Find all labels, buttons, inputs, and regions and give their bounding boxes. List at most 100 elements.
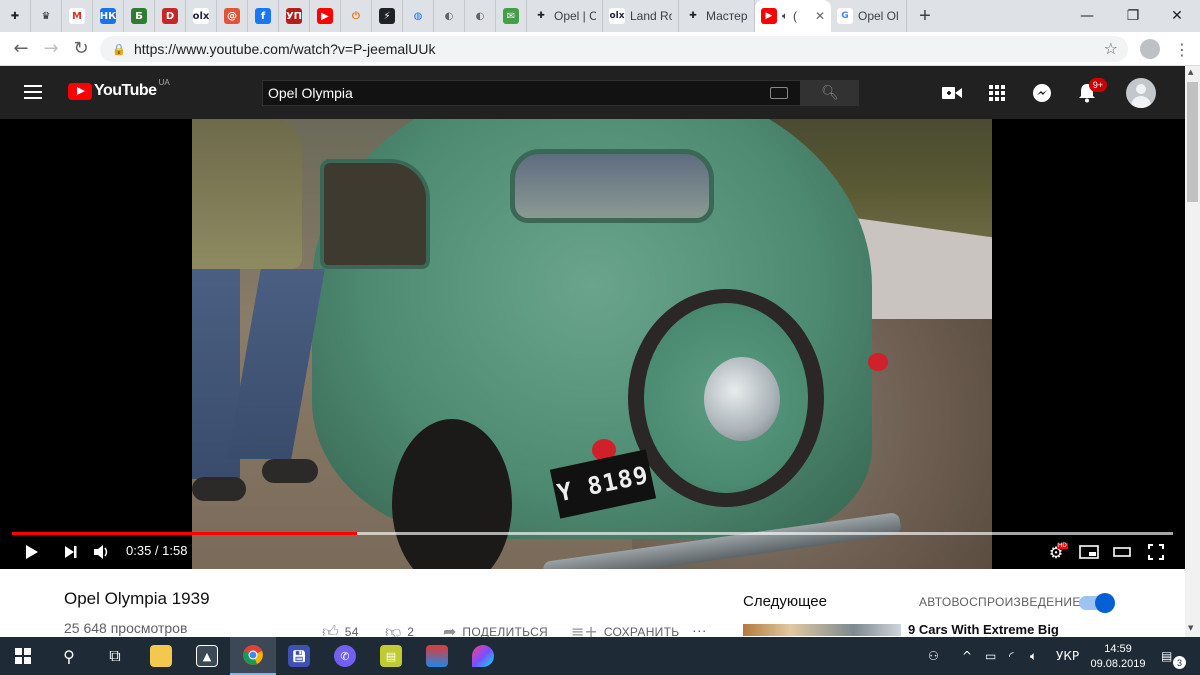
- show-hidden-icons-icon[interactable]: ^: [962, 637, 972, 675]
- messages-icon[interactable]: [1031, 82, 1053, 104]
- address-bar[interactable]: 🔒 https://www.youtube.com/watch?v=P-jeem…: [100, 36, 1128, 62]
- chrome-menu-icon[interactable]: ⋮: [1172, 36, 1192, 62]
- pinned-tab[interactable]: ◐: [465, 0, 496, 32]
- next-video-thumbnail[interactable]: [743, 624, 901, 636]
- nk-icon: НК: [100, 8, 116, 24]
- fullscreen-button[interactable]: [1145, 540, 1167, 564]
- youtube-masthead: YouTube UA Opel Olympia 🔍︎: [0, 66, 1185, 119]
- bolt-icon: ⚡: [379, 8, 395, 24]
- close-tab-icon[interactable]: ✕: [815, 9, 825, 23]
- browser-tab[interactable]: ✚ Мастер: [679, 0, 755, 32]
- olx-icon: olx: [609, 8, 625, 24]
- next-video-button[interactable]: [61, 540, 81, 564]
- account-avatar[interactable]: [1126, 78, 1156, 108]
- video-player[interactable]: Y 8189 0:35 / 1:58 ⚙ HD: [0, 119, 1185, 569]
- battery-icon[interactable]: ▭: [985, 637, 996, 675]
- google-icon: G: [837, 8, 853, 24]
- speaker-icon[interactable]: 🔈︎: [1030, 637, 1037, 675]
- taskbar-paint[interactable]: [460, 637, 506, 675]
- chrome-icon: [243, 645, 263, 665]
- taskbar-search-button[interactable]: ⚲: [46, 637, 92, 675]
- profile-avatar[interactable]: [1140, 39, 1160, 59]
- pinned-tab[interactable]: ⏻: [341, 0, 372, 32]
- d-icon: D: [162, 8, 178, 24]
- taskbar-chrome[interactable]: [230, 637, 276, 675]
- back-button[interactable]: ←: [6, 34, 36, 64]
- browser-tab[interactable]: G Opel Ol: [831, 0, 907, 32]
- new-tab-button[interactable]: +: [907, 0, 943, 32]
- pinned-tab[interactable]: Б: [124, 0, 155, 32]
- taskbar-photos[interactable]: ▲: [184, 637, 230, 675]
- action-center-icon[interactable]: ▤: [1161, 637, 1172, 675]
- pinned-tab[interactable]: ✉: [496, 0, 527, 32]
- volume-button[interactable]: [92, 540, 114, 564]
- facebook-icon: f: [255, 8, 271, 24]
- action-center-count: 3: [1173, 656, 1186, 669]
- video-shoe-left: [192, 477, 246, 501]
- browser-tab[interactable]: ✚ Opel | C: [527, 0, 603, 32]
- youtube-logo[interactable]: YouTube UA: [68, 78, 170, 100]
- page-scrollbar[interactable]: ▲ ▼: [1185, 66, 1200, 637]
- pinned-tab[interactable]: ◐: [434, 0, 465, 32]
- taskbar-explorer[interactable]: [138, 637, 184, 675]
- play-button[interactable]: [22, 540, 42, 564]
- search-input[interactable]: Opel Olympia: [262, 80, 801, 106]
- pinned-tab[interactable]: M: [62, 0, 93, 32]
- progress-bar[interactable]: [12, 532, 1173, 535]
- tab-title: Opel Ol: [858, 9, 899, 23]
- apps-grid-icon[interactable]: [986, 82, 1008, 104]
- video-frame: Y 8189: [192, 119, 992, 569]
- pinned-tab[interactable]: ✚: [0, 0, 31, 32]
- people-icon[interactable]: ⚇: [928, 637, 939, 675]
- video-shoe-right: [262, 459, 318, 483]
- close-window-icon[interactable]: ✕: [1154, 0, 1200, 32]
- car-taillight-right: [868, 353, 888, 371]
- floppy-icon: 💾︎: [288, 645, 310, 667]
- forward-button[interactable]: →: [36, 34, 66, 64]
- taskbar-viber[interactable]: ✆: [322, 637, 368, 675]
- keyboard-icon[interactable]: [770, 87, 788, 99]
- skip-next-icon: [65, 546, 77, 558]
- browser-tab[interactable]: olx Land Ro: [603, 0, 679, 32]
- progress-played: [12, 532, 357, 535]
- scroll-up-icon[interactable]: ▲: [1188, 68, 1197, 77]
- pinned-tab[interactable]: НК: [93, 0, 124, 32]
- reload-button[interactable]: ↻: [66, 34, 96, 64]
- pinned-tab[interactable]: УП: [279, 0, 310, 32]
- taskbar-winrar[interactable]: ▤: [368, 637, 414, 675]
- puzzle-icon: ✚: [533, 8, 549, 24]
- windows-logo-icon: [15, 648, 31, 664]
- search-button[interactable]: 🔍︎: [801, 80, 859, 106]
- scroll-down-icon[interactable]: ▼: [1188, 624, 1197, 633]
- pinned-tab[interactable]: ♛: [31, 0, 62, 32]
- pinned-tab[interactable]: @: [217, 0, 248, 32]
- play-icon: [26, 545, 38, 559]
- next-video-title[interactable]: 9 Cars With Extreme Big: [908, 622, 1059, 637]
- input-language[interactable]: УКР: [1056, 637, 1079, 675]
- network-icon[interactable]: ◜: [1009, 637, 1014, 675]
- autoplay-toggle[interactable]: [1079, 593, 1115, 613]
- pinned-tab[interactable]: ⚡: [372, 0, 403, 32]
- theater-mode-button[interactable]: [1111, 540, 1133, 564]
- lock-icon[interactable]: 🔒: [112, 42, 126, 56]
- more-actions-button[interactable]: ···: [692, 622, 707, 638]
- theater-icon: [1113, 547, 1131, 557]
- minimize-icon[interactable]: —: [1064, 0, 1110, 32]
- scrollbar-thumb[interactable]: [1187, 82, 1198, 202]
- taskbar-save-app[interactable]: 💾︎: [276, 637, 322, 675]
- taskbar-app-flag[interactable]: [414, 637, 460, 675]
- pinned-tab[interactable]: f: [248, 0, 279, 32]
- system-clock[interactable]: 14:59 09.08.2019: [1088, 642, 1148, 672]
- restore-icon[interactable]: ❐: [1110, 0, 1156, 32]
- bookmark-star-icon[interactable]: ☆: [1104, 39, 1118, 58]
- create-video-icon[interactable]: [941, 82, 963, 104]
- task-view-button[interactable]: ⧉: [92, 637, 138, 675]
- miniplayer-button[interactable]: [1078, 540, 1100, 564]
- start-button[interactable]: [0, 637, 46, 675]
- pinned-tab[interactable]: olx: [186, 0, 217, 32]
- pinned-tab[interactable]: ◍: [403, 0, 434, 32]
- pinned-tab[interactable]: ▶: [310, 0, 341, 32]
- guide-menu-icon[interactable]: [24, 85, 42, 99]
- tab-active[interactable]: ▶ 🔈︎ (✕: [755, 0, 831, 32]
- pinned-tab[interactable]: D: [155, 0, 186, 32]
